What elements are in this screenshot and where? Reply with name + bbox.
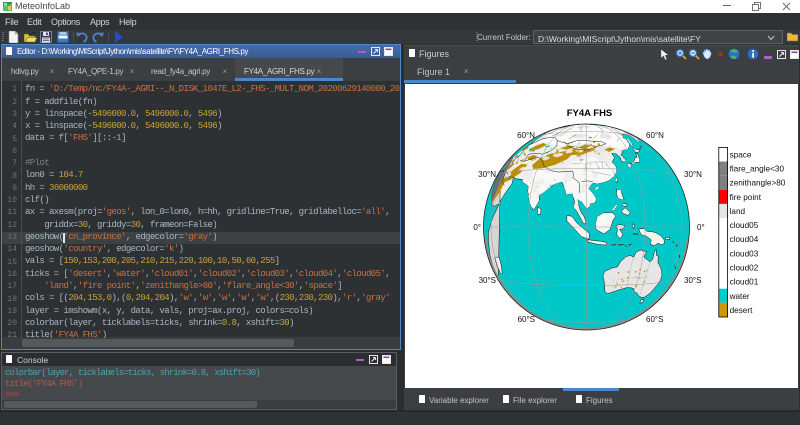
svg-text:30°S: 30°S <box>479 276 496 285</box>
svg-text:cloud04: cloud04 <box>730 235 759 244</box>
svg-text:cloud01: cloud01 <box>730 278 759 287</box>
svg-text:flare_angle<30: flare_angle<30 <box>730 165 785 174</box>
svg-text:0°: 0° <box>697 223 705 232</box>
svg-text:water: water <box>729 292 750 301</box>
svg-text:30°N: 30°N <box>478 170 496 179</box>
svg-text:FY4A FHS: FY4A FHS <box>567 108 613 119</box>
svg-text:fire point: fire point <box>730 193 762 202</box>
svg-text:cloud05: cloud05 <box>730 221 759 230</box>
svg-text:space: space <box>730 151 752 160</box>
svg-text:0°: 0° <box>473 223 481 232</box>
svg-text:30°S: 30°S <box>684 276 701 285</box>
svg-text:60°S: 60°S <box>646 315 663 324</box>
svg-text:zenithangle>80: zenithangle>80 <box>730 179 786 188</box>
svg-text:cloud02: cloud02 <box>730 264 759 273</box>
svg-text:cloud03: cloud03 <box>730 249 759 258</box>
svg-text:60°S: 60°S <box>518 315 535 324</box>
svg-text:desert: desert <box>730 306 753 315</box>
svg-text:land: land <box>730 207 746 216</box>
svg-text:60°N: 60°N <box>646 131 664 140</box>
svg-text:60°N: 60°N <box>517 131 535 140</box>
svg-text:30°N: 30°N <box>684 170 702 179</box>
